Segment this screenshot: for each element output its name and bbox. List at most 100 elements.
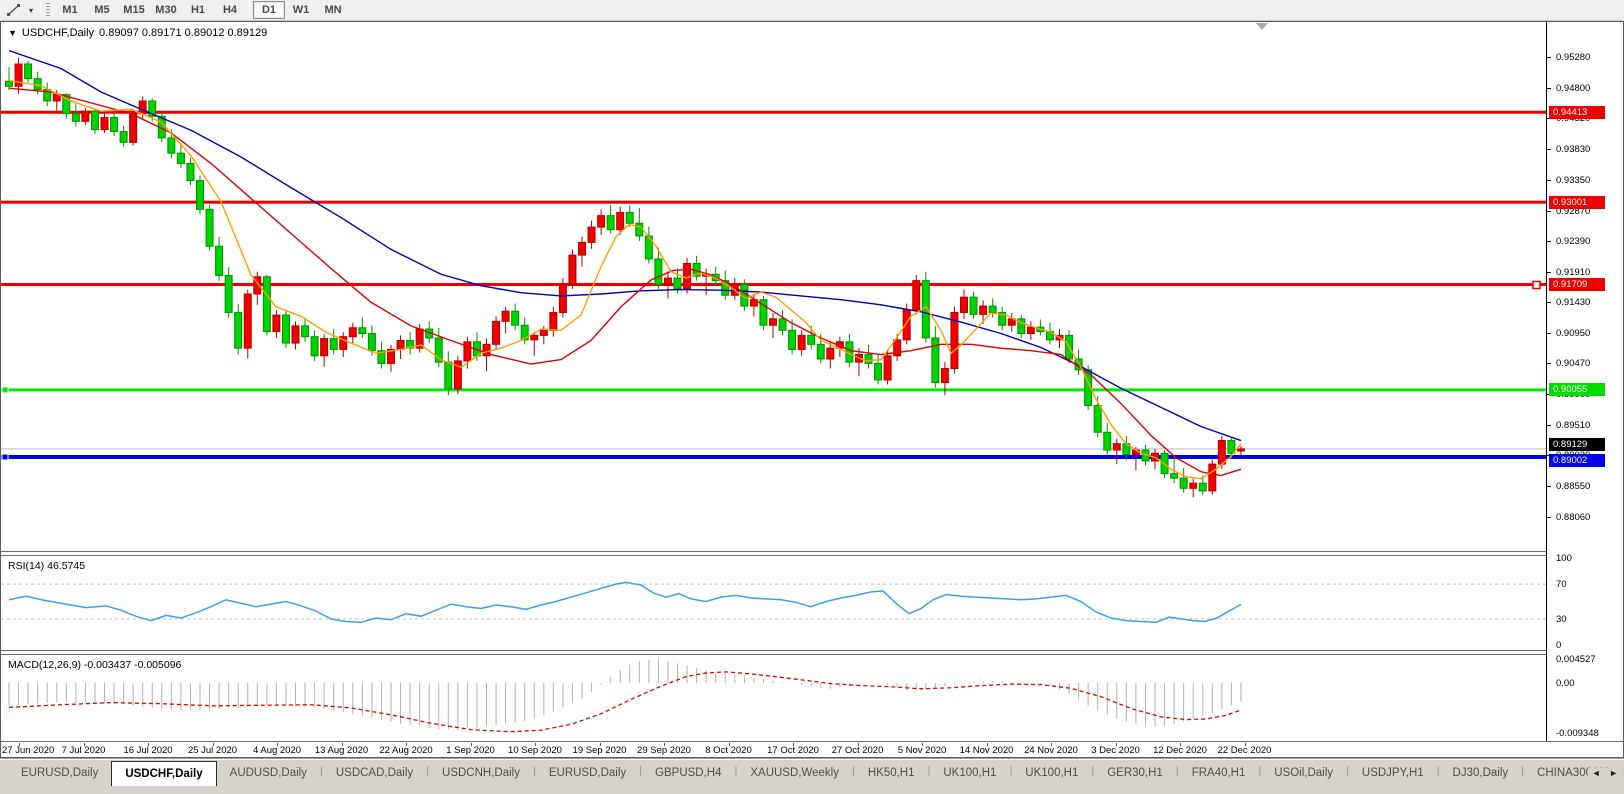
chart-tab-uk100-h1[interactable]: UK100,H1 bbox=[1012, 762, 1091, 784]
chart-tab-usdcad-daily[interactable]: USDCAD,Daily bbox=[323, 762, 426, 784]
collapse-ohlc-icon[interactable]: ▼ bbox=[8, 28, 17, 38]
timeframe-button-m15[interactable]: M15 bbox=[118, 1, 150, 19]
rsi-indicator-pane[interactable] bbox=[1, 556, 1546, 650]
price-badge-0.93001: 0.93001 bbox=[1549, 196, 1605, 209]
date-label: 29 Sep 2020 bbox=[637, 745, 691, 756]
macd-name: MACD(12,26,9) bbox=[8, 659, 81, 671]
price-tick-mark bbox=[1547, 149, 1551, 150]
chart-tab-eurusd-daily[interactable]: EURUSD,Daily bbox=[8, 762, 111, 784]
rsi-scale-label: 100 bbox=[1556, 553, 1572, 564]
rsi-scale-label: 30 bbox=[1556, 614, 1567, 625]
macd-indicator-pane[interactable] bbox=[1, 655, 1546, 741]
price-tick-mark bbox=[1547, 302, 1551, 303]
rsi-name: RSI(14) bbox=[8, 560, 44, 572]
hline-0.89002[interactable] bbox=[1, 455, 1546, 459]
price-tick-mark bbox=[1547, 425, 1551, 426]
macd-values: -0.003437 -0.005096 bbox=[84, 659, 182, 671]
price-tick-label: 0.90950 bbox=[1556, 328, 1590, 339]
hline-0.90055[interactable] bbox=[1, 388, 1546, 391]
price-tick-mark bbox=[1547, 180, 1551, 181]
date-label: 4 Aug 2020 bbox=[253, 745, 301, 756]
date-label: 3 Dec 2020 bbox=[1091, 745, 1140, 756]
price-tick-label: 0.93350 bbox=[1556, 175, 1590, 186]
chart-tab-usdcnh-daily[interactable]: USDCNH,Daily bbox=[429, 762, 533, 784]
timeframe-button-m5[interactable]: M5 bbox=[86, 1, 118, 19]
chart-title: ▼ USDCHF,Daily 0.89097 0.89171 0.89012 0… bbox=[8, 27, 267, 39]
chart-tab-uk100-h1[interactable]: UK100,H1 bbox=[930, 762, 1009, 784]
timeframe-button-d1[interactable]: D1 bbox=[253, 1, 285, 19]
rsi-value: 46.5745 bbox=[47, 560, 85, 572]
date-label: 8 Oct 2020 bbox=[705, 745, 751, 756]
date-label: 27 Oct 2020 bbox=[832, 745, 884, 756]
timeframe-button-h4[interactable]: H4 bbox=[214, 1, 246, 19]
date-label: 22 Aug 2020 bbox=[379, 745, 432, 756]
chart-tab-audusd-daily[interactable]: AUDUSD,Daily bbox=[217, 762, 320, 784]
date-label: 24 Nov 2020 bbox=[1024, 745, 1078, 756]
price-tick-mark bbox=[1547, 363, 1551, 364]
price-tick-label: 0.90470 bbox=[1556, 358, 1590, 369]
chart-tab-hk50-h1[interactable]: HK50,H1 bbox=[855, 762, 928, 784]
price-tick-mark bbox=[1547, 57, 1551, 58]
timeframe-toolbar: ▾ M1M5M15M30H1H4 D1W1MN bbox=[0, 0, 1624, 21]
price-chart-pane[interactable] bbox=[1, 23, 1546, 551]
price-tick-mark bbox=[1547, 517, 1551, 518]
date-label: 7 Jul 2020 bbox=[62, 745, 106, 756]
price-tick-mark bbox=[1547, 486, 1551, 487]
chart-line-tool-icon[interactable] bbox=[3, 1, 25, 19]
chart-tab-usdjpy-h1[interactable]: USDJPY,H1 bbox=[1349, 762, 1437, 784]
symbol-period-label: USDCHF,Daily bbox=[22, 27, 94, 39]
tab-scroll-arrows-icon[interactable]: ◄ ► bbox=[1588, 768, 1621, 778]
candlestick-series bbox=[6, 58, 1245, 498]
hline-0.94413[interactable] bbox=[1, 111, 1546, 114]
price-badge-0.91709: 0.91709 bbox=[1549, 278, 1605, 291]
date-label: 27 Jun 2020 bbox=[2, 745, 54, 756]
line-marker-icon[interactable] bbox=[1533, 282, 1540, 289]
chart-tab-bar: EURUSD,DailyUSDCHF,DailyAUDUSD,Daily|USD… bbox=[0, 758, 1624, 794]
price-badge-0.90055: 0.90055 bbox=[1549, 383, 1605, 396]
timeframe-button-mn[interactable]: MN bbox=[317, 1, 349, 19]
chart-tab-gbpusd-h4[interactable]: GBPUSD,H4 bbox=[642, 762, 734, 784]
timeframe-button-m1[interactable]: M1 bbox=[54, 1, 86, 19]
date-axis[interactable]: 27 Jun 20207 Jul 202016 Jul 202025 Jul 2… bbox=[1, 743, 1546, 757]
timeframe-button-m30[interactable]: M30 bbox=[150, 1, 182, 19]
hline-0.91709[interactable] bbox=[1, 283, 1546, 286]
chart-tab-dj30-daily[interactable]: DJ30,Daily bbox=[1440, 762, 1522, 784]
macd-label: MACD(12,26,9) -0.003437 -0.005096 bbox=[8, 659, 181, 671]
tool-dropdown-caret-icon[interactable]: ▾ bbox=[25, 6, 37, 15]
price-badge-0.89002: 0.89002 bbox=[1549, 454, 1605, 467]
price-tick-label: 0.92390 bbox=[1556, 236, 1590, 247]
chart-tab-usdchf-daily[interactable]: USDCHF,Daily bbox=[111, 761, 216, 786]
timeframe-button-h1[interactable]: H1 bbox=[182, 1, 214, 19]
ma-mid-red bbox=[9, 88, 1241, 475]
price-scale[interactable]: 0.952800.948000.943200.938300.933500.928… bbox=[1546, 22, 1623, 741]
price-tick-mark bbox=[1547, 333, 1551, 334]
rsi-label: RSI(14) 46.5745 bbox=[8, 560, 85, 572]
macd-scale-label: 0.00 bbox=[1556, 678, 1575, 689]
price-tick-mark bbox=[1547, 272, 1551, 273]
chart-shift-marker-icon[interactable] bbox=[1256, 23, 1268, 30]
rsi-line bbox=[9, 582, 1241, 622]
chart-tab-ger30-h1[interactable]: GER30,H1 bbox=[1094, 762, 1176, 784]
line-marker-icon[interactable] bbox=[2, 387, 8, 393]
macd-scale-label: -0.009348 bbox=[1556, 728, 1599, 739]
toolbar-drag-grip[interactable] bbox=[46, 3, 50, 18]
line-marker-icon[interactable] bbox=[2, 454, 8, 460]
timeframe-button-w1[interactable]: W1 bbox=[285, 1, 317, 19]
price-tick-label: 0.88060 bbox=[1556, 512, 1590, 523]
chart-tab-fra40-h1[interactable]: FRA40,H1 bbox=[1179, 762, 1259, 784]
price-tick-label: 0.89510 bbox=[1556, 420, 1590, 431]
timeframe-buttons: M1M5M15M30H1H4 D1W1MN bbox=[54, 1, 349, 19]
ohlc-values: 0.89097 0.89171 0.89012 0.89129 bbox=[99, 27, 267, 39]
rsi-scale-label: 0 bbox=[1556, 640, 1561, 651]
toolbar-separator bbox=[40, 2, 41, 18]
chart-tab-eurusd-daily[interactable]: EURUSD,Daily bbox=[536, 762, 639, 784]
chart-tab-usoil-daily[interactable]: USOil,Daily bbox=[1261, 762, 1346, 784]
price-tick-label: 0.94800 bbox=[1556, 83, 1590, 94]
price-badge-0.94413: 0.94413 bbox=[1549, 106, 1605, 119]
hline-0.89129[interactable] bbox=[1, 448, 1546, 449]
price-tick-mark bbox=[1547, 211, 1551, 212]
price-tick-label: 0.91910 bbox=[1556, 267, 1590, 278]
hline-0.93001[interactable] bbox=[1, 201, 1546, 204]
mt4-terminal: ▾ M1M5M15M30H1H4 D1W1MN ▼ USDCHF,Daily 0.… bbox=[0, 0, 1624, 794]
chart-tab-xauusd-weekly[interactable]: XAUUSD,Weekly bbox=[737, 762, 852, 784]
